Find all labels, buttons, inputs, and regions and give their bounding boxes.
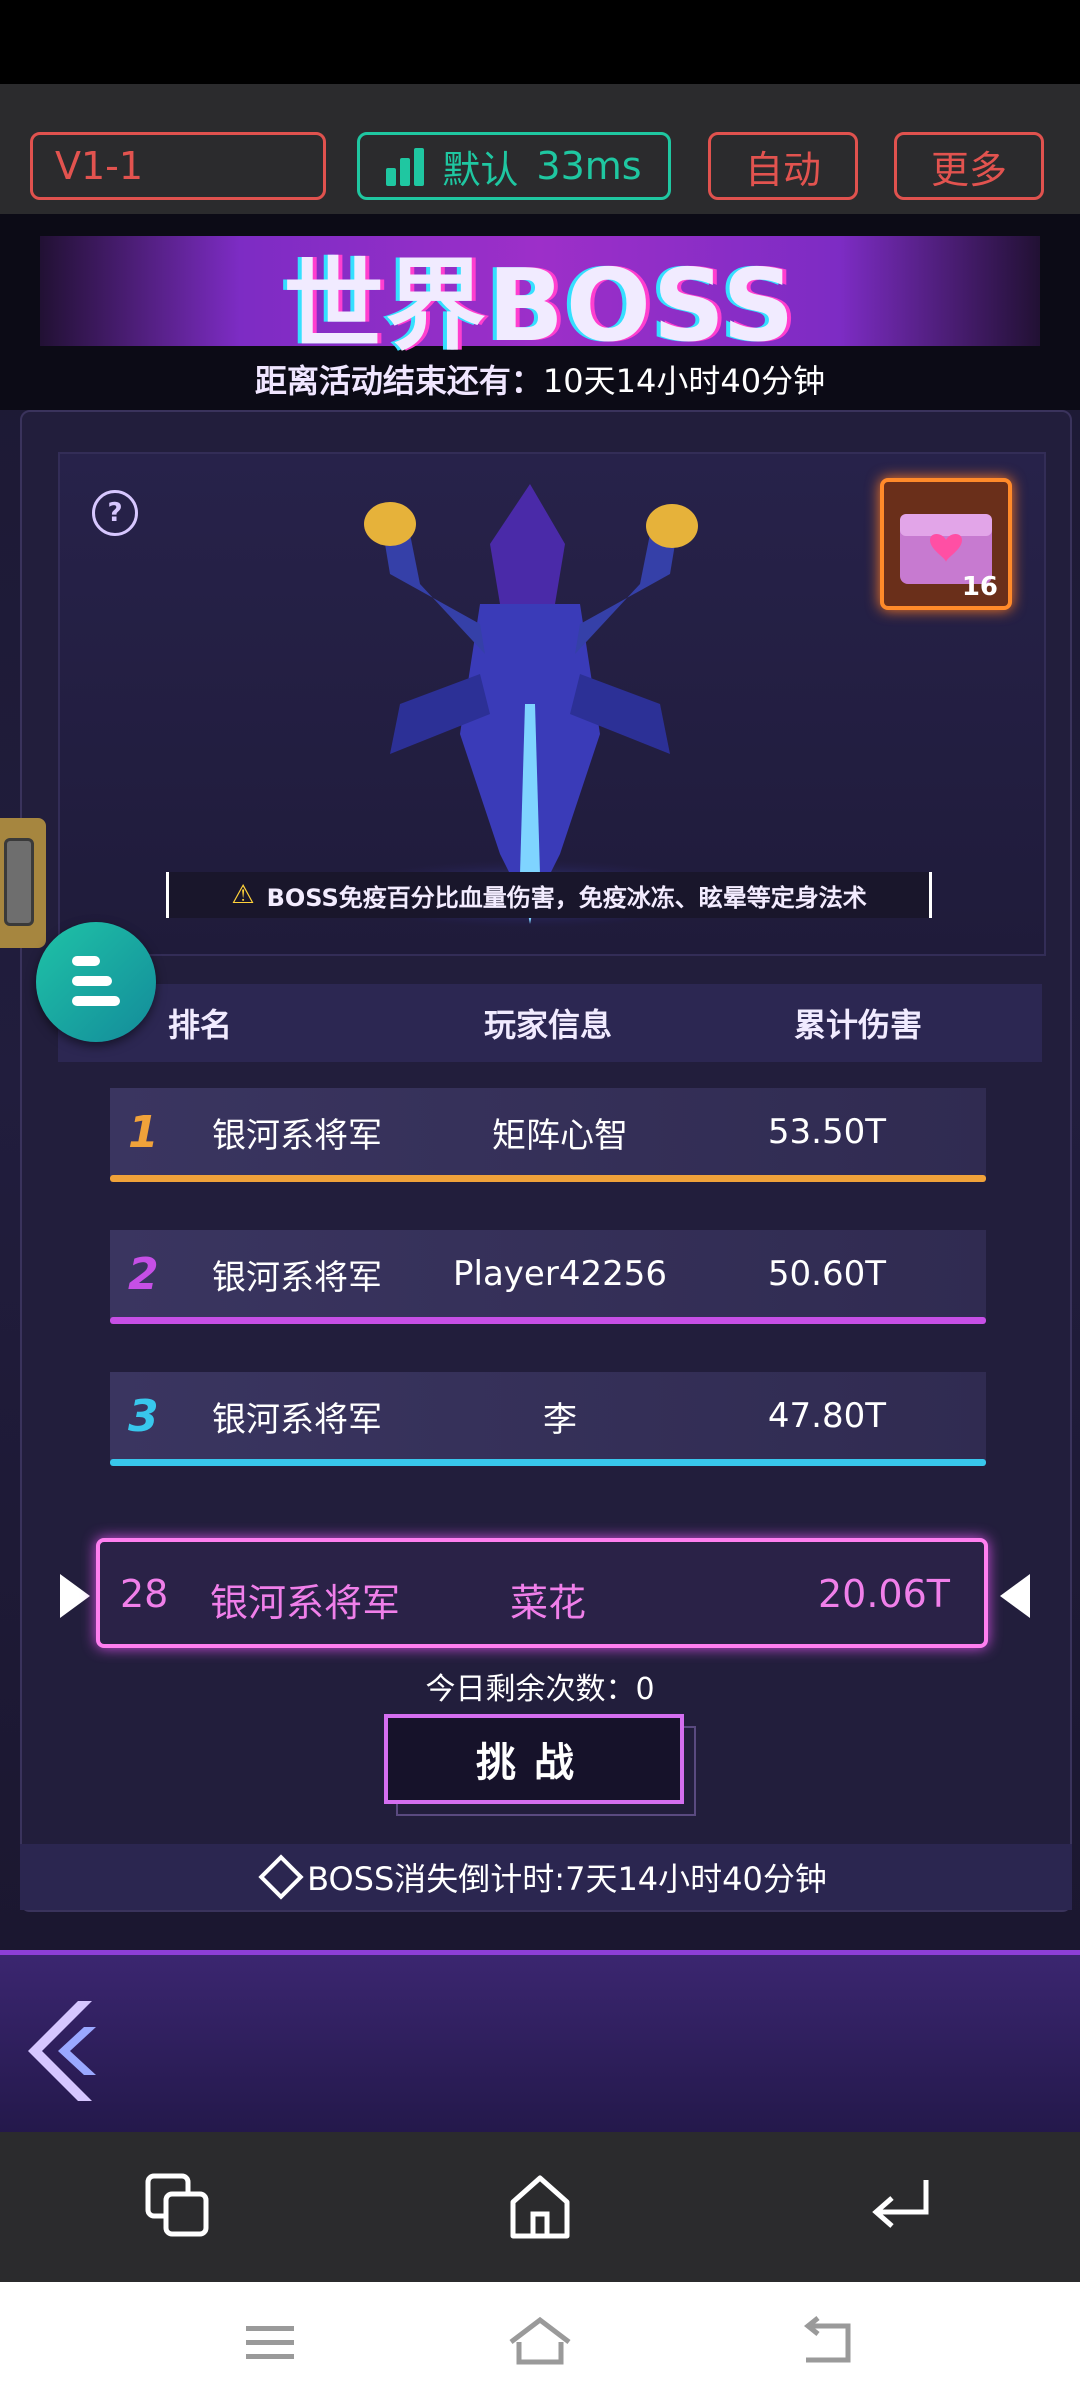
menu-line [72, 956, 100, 966]
network-mode: 默认 [442, 147, 519, 192]
header-player: 玩家信息 [484, 1006, 613, 1044]
remaining-attempts: 今日剩余次数：0 [425, 1672, 655, 1707]
status-bar [0, 0, 1080, 84]
ranking-row-1[interactable]: 1 银河系将军 矩阵心智 53.50T [110, 1088, 986, 1182]
top-toolbar: V1-1 默认 33ms 自动 更多 [0, 84, 1080, 214]
damage-value: 47.80T [767, 1396, 886, 1436]
player-name: 李 [543, 1399, 577, 1440]
rank-number: 3 [128, 1390, 159, 1442]
player-title: 银河系将军 [212, 1115, 382, 1156]
rank-underline [110, 1317, 986, 1324]
back-arrow-icon[interactable] [22, 1991, 112, 2111]
auto-button[interactable]: 自动 [708, 132, 858, 200]
player-title: 银河系将军 [212, 1257, 382, 1298]
my-player-name: 菜花 [510, 1581, 587, 1625]
floating-menu-button[interactable] [36, 922, 156, 1042]
home-icon[interactable] [505, 2316, 575, 2366]
latency: 33ms [536, 144, 642, 188]
ranking-row-3[interactable]: 3 银河系将军 李 47.80T [110, 1372, 986, 1466]
version-label: V1-1 [30, 132, 326, 200]
side-device-tab[interactable] [0, 818, 46, 948]
my-ranking-row[interactable]: 28 银河系将军 菜花 20.06T [96, 1538, 988, 1648]
system-navigation-bar [0, 2282, 1080, 2408]
pointer-right-icon [1000, 1574, 1030, 1618]
damage-value: 53.50T [767, 1112, 886, 1152]
my-title: 银河系将军 [210, 1581, 401, 1625]
menu-line [72, 996, 120, 1006]
rank-underline [110, 1459, 986, 1466]
back-icon[interactable] [796, 2316, 856, 2366]
pointer-left-icon [60, 1574, 90, 1618]
rank-underline [110, 1175, 986, 1182]
boss-notice: ⚠ BOSS免疫百分比血量伤害，免疫冰冻、眩晕等定身法术 [166, 872, 932, 918]
network-status-button[interactable]: 默认 33ms [357, 132, 671, 200]
more-button[interactable]: 更多 [894, 132, 1044, 200]
damage-value: 50.60T [767, 1254, 886, 1294]
player-name: 矩阵心智 [492, 1115, 628, 1156]
player-title: 银河系将军 [212, 1399, 382, 1440]
my-rank: 28 [120, 1572, 169, 1616]
device-icon [4, 838, 34, 926]
menu-icon[interactable] [240, 2318, 300, 2368]
challenge-button[interactable]: 挑战 [384, 1714, 684, 1804]
header-rank: 排名 [168, 1006, 233, 1044]
banner: 世界BOSS 距离活动结束还有：10天14小时40分钟 [0, 214, 1080, 410]
player-name: Player42256 [453, 1254, 667, 1294]
boss-disappear-countdown: BOSS消失倒计时:7天14小时40分钟 [20, 1844, 1072, 1910]
game-view: 世界BOSS 距离活动结束还有：10天14小时40分钟 ? 16 ⚠ BOSS免… [0, 214, 1080, 1950]
treasure-chest-button[interactable]: 16 [880, 478, 1012, 610]
app-navigation-bar [0, 2132, 1080, 2282]
game-bottom-bar [0, 1950, 1080, 2137]
page-title: 世界BOSS [283, 247, 797, 364]
warning-icon: ⚠ [231, 880, 255, 910]
rank-number: 1 [128, 1106, 159, 1158]
signal-icon [386, 146, 428, 186]
ranking-row-2[interactable]: 2 银河系将军 Player42256 50.60T [110, 1230, 986, 1324]
header-damage: 累计伤害 [794, 1006, 923, 1044]
copy-icon[interactable] [144, 2172, 214, 2242]
question-icon[interactable]: ? [92, 490, 138, 536]
rank-number: 2 [128, 1248, 159, 1300]
chest-count: 16 [961, 572, 998, 602]
event-countdown: 距离活动结束还有：10天14小时40分钟 [254, 362, 826, 400]
menu-line [72, 976, 112, 986]
my-damage: 20.06T [818, 1572, 950, 1616]
diamond-icon [258, 1854, 304, 1900]
notice-text: BOSS免疫百分比血量伤害，免疫冰冻、眩晕等定身法术 [266, 883, 867, 912]
back-icon[interactable] [866, 2172, 936, 2242]
ranking-header: 排名 玩家信息 累计伤害 [58, 984, 1042, 1062]
home-icon[interactable] [505, 2172, 575, 2242]
